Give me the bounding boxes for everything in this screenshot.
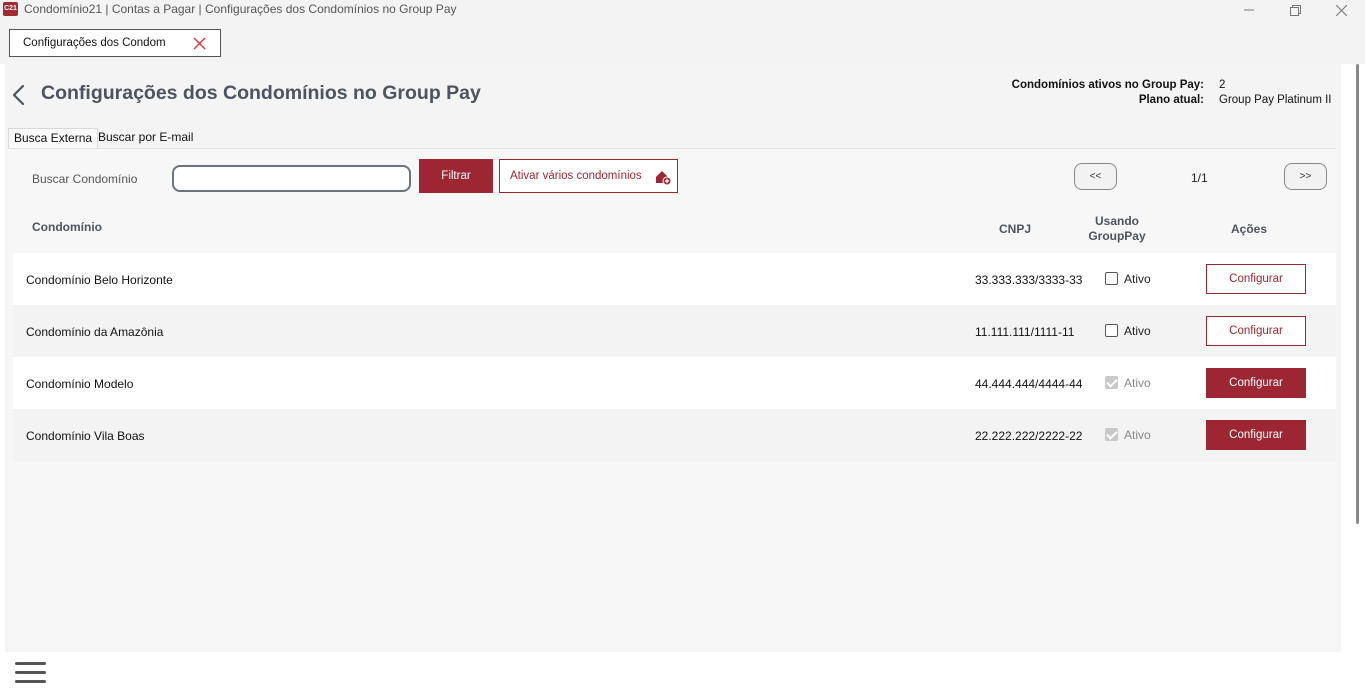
grouppay-checkbox-label: Ativo — [1124, 376, 1151, 390]
tab-busca-externa[interactable]: Busca Externa — [8, 128, 99, 149]
table-row: Condomínio da Amazônia 11.111.111/1111-1… — [13, 305, 1336, 357]
condominio-name: Condomínio da Amazônia — [26, 325, 164, 339]
filter-button[interactable]: Filtrar — [419, 159, 493, 193]
column-header-acoes: Ações — [1231, 222, 1268, 236]
scrollbar-thumb[interactable] — [1356, 64, 1359, 524]
grouppay-checkbox-label: Ativo — [1124, 324, 1151, 338]
cnpj-value: 22.222.222/2222-22 — [975, 429, 1083, 443]
close-window-button[interactable] — [1318, 0, 1364, 20]
configurar-button[interactable]: Configurar — [1206, 316, 1306, 346]
table-row: Condomínio Vila Boas 22.222.222/2222-22 … — [13, 409, 1336, 461]
column-header-cnpj: CNPJ — [999, 222, 1032, 236]
activate-multiple-button[interactable]: Ativar vários condomínios — [499, 159, 678, 193]
table-row: Condomínio Belo Horizonte 33.333.333/333… — [13, 253, 1336, 305]
restore-icon — [1289, 4, 1301, 16]
search-input[interactable] — [172, 165, 411, 192]
open-pages-strip: Configurações dos Condom — [0, 20, 1365, 64]
previous-page-button[interactable]: << — [1074, 163, 1117, 190]
house-add-icon — [656, 171, 671, 185]
vertical-scrollbar[interactable] — [1354, 64, 1363, 648]
page-indicator: 1/1 — [1191, 171, 1208, 185]
page-title: Configurações dos Condomínios no Group P… — [41, 82, 481, 104]
configurar-button[interactable]: Configurar — [1206, 368, 1306, 398]
bottom-bar — [0, 652, 1365, 693]
tab-buscar-por-email[interactable]: Buscar por E-mail — [93, 128, 198, 149]
close-icon — [1335, 4, 1347, 16]
plan-value: Group Pay Platinum II — [1219, 94, 1332, 106]
search-label: Buscar Condomínio — [32, 172, 138, 186]
active-count-label: Condomínios ativos no Group Pay: — [1011, 79, 1204, 91]
cnpj-value: 33.333.333/3333-33 — [975, 273, 1083, 287]
grouppay-checkbox-label: Ativo — [1124, 428, 1151, 442]
app-logo-icon: C21 — [3, 2, 18, 16]
condominio-name: Condomínio Modelo — [26, 377, 134, 391]
minimize-icon — [1244, 9, 1254, 11]
cnpj-value: 11.111.111/1111-11 — [975, 325, 1075, 339]
table-row: Condomínio Modelo 44.444.444/4444-44 Ati… — [13, 357, 1336, 409]
configurar-button[interactable]: Configurar — [1206, 264, 1306, 294]
grouppay-checkbox-checked-disabled — [1105, 376, 1118, 389]
active-count-value: 2 — [1219, 79, 1226, 91]
minimize-button[interactable] — [1226, 0, 1272, 20]
grouppay-checkbox-checked-disabled — [1105, 428, 1118, 441]
back-arrow-icon[interactable] — [10, 84, 28, 106]
grouppay-checkbox[interactable] — [1105, 272, 1118, 285]
window-titlebar: C21 Condomínio21 | Contas a Pagar | Conf… — [0, 0, 1365, 20]
column-header-usando-grouppay: Usando GroupPay — [1084, 214, 1150, 244]
restore-button[interactable] — [1272, 0, 1318, 20]
hamburger-menu-icon[interactable] — [15, 662, 47, 686]
next-page-button[interactable]: >> — [1284, 163, 1327, 190]
open-page-tab[interactable]: Configurações dos Condom — [9, 29, 221, 57]
column-header-usando-line2: GroupPay — [1088, 229, 1146, 243]
condominio-name: Condomínio Vila Boas — [26, 429, 145, 443]
grouppay-checkbox[interactable] — [1105, 324, 1118, 337]
activate-multiple-label: Ativar vários condomínios — [510, 170, 642, 182]
column-header-condominio: Condomínio — [32, 220, 102, 234]
column-header-usando-line1: Usando — [1094, 214, 1139, 228]
window-title: Condomínio21 | Contas a Pagar | Configur… — [24, 2, 457, 16]
cnpj-value: 44.444.444/4444-44 — [975, 377, 1083, 391]
open-page-tab-label: Configurações dos Condom — [23, 37, 166, 49]
close-tab-icon[interactable] — [192, 36, 207, 51]
configurar-button[interactable]: Configurar — [1206, 420, 1306, 450]
plan-label: Plano atual: — [1138, 94, 1204, 106]
condominio-name: Condomínio Belo Horizonte — [26, 273, 173, 287]
grouppay-checkbox-label: Ativo — [1124, 272, 1151, 286]
